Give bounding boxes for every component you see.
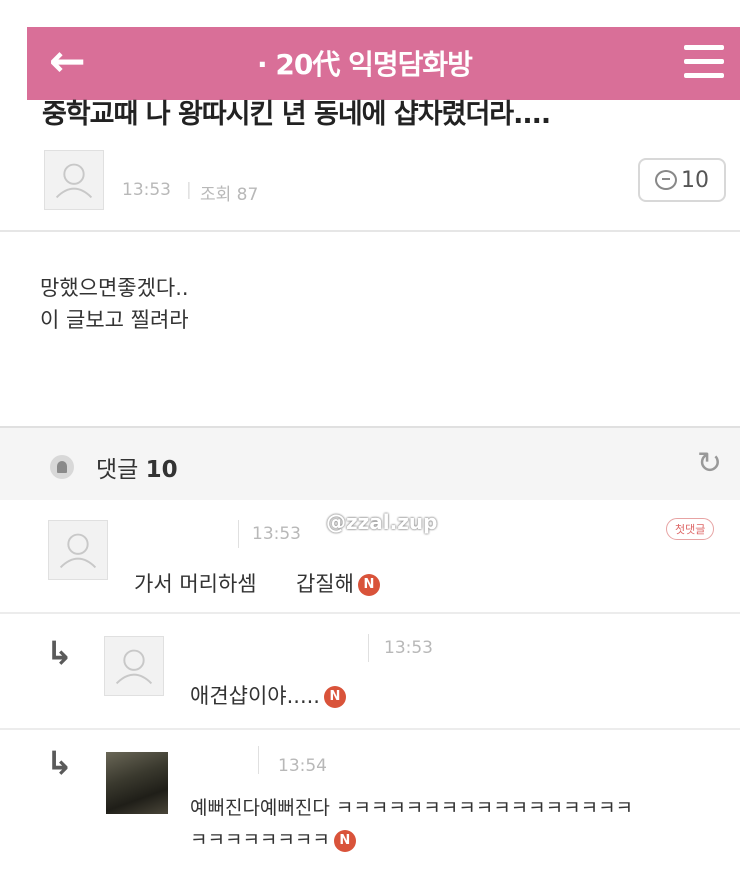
comments-header: 댓글 10 ↻ — [0, 426, 740, 500]
reply-arrow-icon: ↳ — [46, 634, 73, 672]
comment-text: 가서 머리하셈 갑질해 N — [134, 568, 380, 598]
comment-time: 13:53 — [252, 524, 301, 544]
comment-text-line: ㅋㅋㅋㅋㅋㅋㅋㅋ — [190, 829, 330, 851]
meta-separator: | — [186, 180, 192, 200]
post-title: 중학교때 나 왕따시킨 년 동네에 샵차렸더라.... — [42, 99, 551, 130]
commenter-name-redacted — [130, 520, 239, 548]
reply-item: ↳ 13:53 애견샵이야..... N — [0, 614, 740, 730]
default-user-icon — [115, 649, 153, 685]
reply-arrow-icon: ↳ — [46, 744, 73, 782]
redacted-block — [263, 574, 290, 596]
comment-time: 13:54 — [278, 756, 327, 776]
comment-count-button[interactable]: 10 — [638, 158, 726, 202]
comment-time: 13:53 — [384, 638, 433, 658]
comment-count-value: 10 — [681, 167, 709, 193]
comment-text: 예뻐진다예뻐진다 ㅋㅋㅋㅋㅋㅋㅋㅋㅋㅋㅋㅋㅋㅋㅋㅋㅋ ㅋㅋㅋㅋㅋㅋㅋㅋ N — [190, 792, 633, 856]
comment-text-line: 예뻐진다예뻐진다 ㅋㅋㅋㅋㅋㅋㅋㅋㅋㅋㅋㅋㅋㅋㅋㅋㅋ — [190, 797, 634, 819]
default-user-icon — [59, 533, 97, 569]
post-body-line: 망했으면좋겠다.. — [40, 276, 189, 300]
back-arrow-icon[interactable]: ← — [49, 37, 86, 87]
new-badge-icon: N — [323, 686, 346, 708]
bell-icon — [50, 455, 74, 479]
commenter-photo-avatar — [106, 752, 168, 814]
speech-bubble-icon — [655, 170, 677, 190]
comment-text-part: 가서 머리하셈 — [134, 572, 264, 596]
top-app-bar: ← · 20代 익명담화방 — [27, 27, 740, 100]
commenter-avatar — [48, 520, 108, 580]
new-badge-icon: N — [357, 574, 380, 596]
new-badge-icon: N — [333, 829, 356, 852]
author-avatar — [44, 150, 104, 210]
commenter-name-redacted — [186, 634, 369, 662]
post-time: 13:53 — [122, 180, 171, 200]
refresh-icon[interactable]: ↻ — [697, 446, 722, 481]
post-views: 조회 87 — [200, 185, 259, 205]
comments-label-text: 댓글 — [96, 457, 139, 483]
comment-text-part: 갑질해 — [289, 572, 354, 596]
hamburger-menu-icon[interactable] — [684, 45, 724, 79]
first-comment-tag: 첫댓글 — [666, 518, 715, 540]
post-body: 망했으면좋겠다.. 이 글보고 찔려라 — [40, 272, 189, 336]
author-name-redacted — [118, 148, 298, 176]
post-body-line: 이 글보고 찔려라 — [40, 308, 189, 332]
commenter-avatar — [104, 636, 164, 696]
watermark: @zzal.zup — [326, 510, 438, 534]
board-title: · 20代 익명담화방 — [257, 48, 473, 81]
default-user-icon — [55, 163, 93, 199]
divider — [0, 230, 740, 232]
comments-label-count: 10 — [145, 457, 178, 483]
comments-label: 댓글 10 — [96, 450, 178, 484]
comment-text: 애견샵이야..... N — [190, 680, 346, 710]
commenter-name-redacted — [188, 746, 259, 774]
comment-text-part: 애견샵이야..... — [190, 684, 320, 708]
